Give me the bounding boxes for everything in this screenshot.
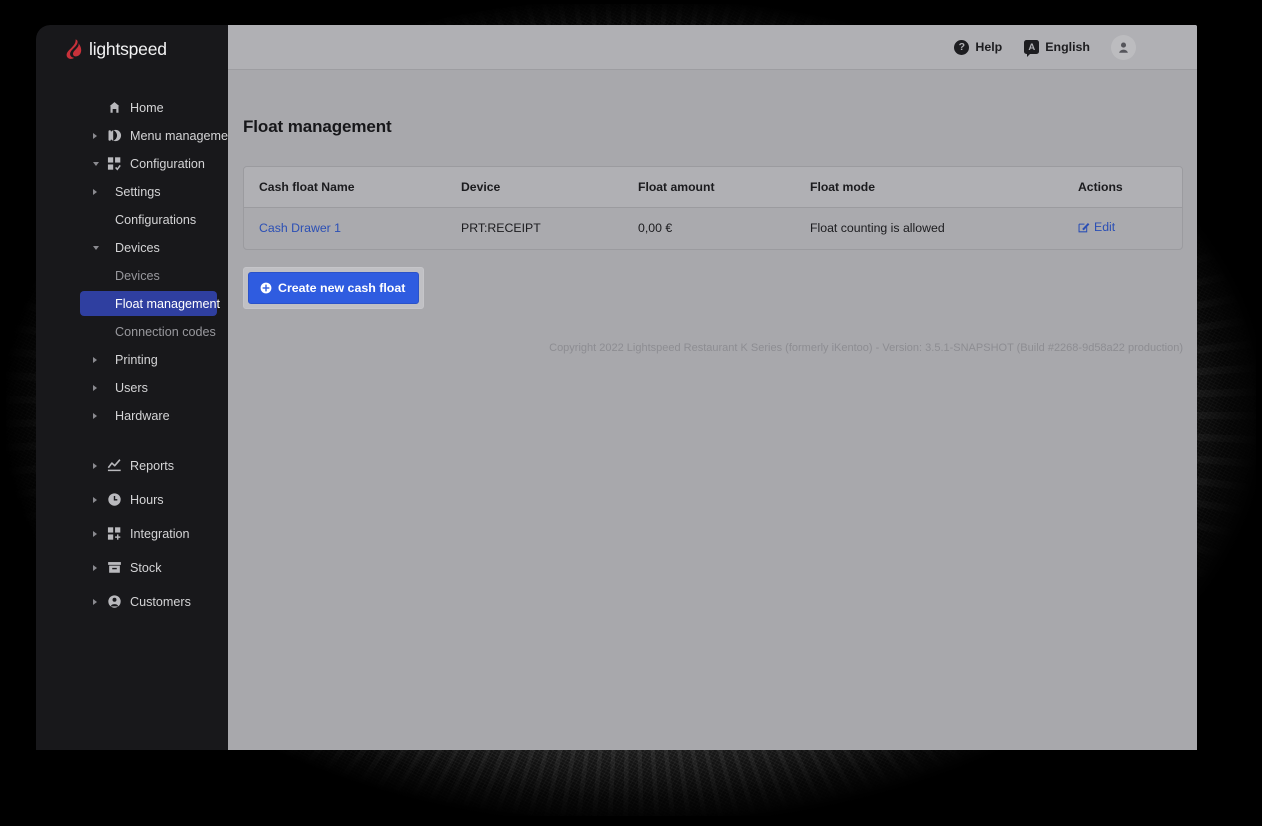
grid-check-icon [107, 156, 122, 171]
column-header-device: Device [461, 167, 638, 208]
sidebar-nav: Home Menu management Configuration Setti… [36, 95, 239, 614]
sidebar-item-label: Configurations [115, 212, 197, 227]
chevron-right-icon[interactable] [93, 188, 97, 195]
box-icon [107, 560, 122, 575]
table-header-row: Cash float Name Device Float amount Floa… [244, 167, 1182, 208]
sidebar-item-label: Home [130, 100, 164, 115]
chevron-down-icon[interactable] [93, 245, 99, 250]
sidebar-item-label: Users [115, 380, 148, 395]
column-header-actions: Actions [1078, 167, 1182, 208]
table-body: Cash Drawer 1 PRT:RECEIPT 0,00 € Float c… [244, 208, 1182, 250]
sidebar-item-connection-codes[interactable]: Connection codes [36, 319, 228, 344]
translate-bubble-icon: A [1024, 40, 1040, 57]
sidebar-item-devices[interactable]: Devices [36, 263, 228, 288]
sidebar-item-label: Configuration [130, 156, 205, 171]
screen: lightspeed Home Menu management Configur… [0, 0, 1262, 826]
sidebar: lightspeed Home Menu management Configur… [36, 25, 239, 750]
sidebar-item-float-management[interactable]: Float management [80, 291, 221, 316]
cell-float-mode: Float counting is allowed [810, 221, 945, 235]
cell-float-amount: 0,00 € [638, 221, 673, 235]
sidebar-item-configurations[interactable]: Configurations [36, 207, 228, 232]
sidebar-item-label: Customers [130, 594, 191, 609]
page-title: Float management [243, 117, 392, 136]
table-header: Cash float Name Device Float amount Floa… [244, 167, 1182, 208]
grid-plus-icon [107, 526, 122, 541]
float-table: Cash float Name Device Float amount Floa… [244, 167, 1182, 249]
content-area: Float management Cash float Name Device … [228, 70, 1197, 750]
sidebar-item-home[interactable]: Home [36, 95, 228, 120]
footer-copyright: Copyright 2022 Lightspeed Restaurant K S… [549, 342, 1183, 354]
sidebar-item-reports[interactable]: Reports [36, 453, 228, 478]
sidebar-item-label: Float management [115, 296, 221, 311]
cell-actions: Edit [1078, 208, 1182, 250]
cell-device: PRT:RECEIPT [461, 221, 541, 235]
column-header-cash-float-name: Cash float Name [244, 167, 461, 208]
brand-logo[interactable]: lightspeed [36, 25, 228, 73]
sidebar-item-hours[interactable]: Hours [36, 487, 228, 512]
brand-logo-text: lightspeed [89, 38, 167, 59]
chevron-right-icon[interactable] [93, 598, 97, 605]
sidebar-item-label: Reports [130, 458, 175, 473]
create-button-focus-ring: Create new cash float [243, 267, 425, 309]
create-new-cash-float-button[interactable]: Create new cash float [248, 272, 420, 304]
edit-label: Edit [1094, 220, 1116, 234]
main-area: ? Help A English Float management Cash f… [228, 25, 1197, 750]
table-row: Cash Drawer 1 PRT:RECEIPT 0,00 € Float c… [244, 208, 1182, 250]
sidebar-item-label: Integration [130, 526, 190, 541]
language-selector[interactable]: A English [1024, 40, 1090, 57]
cash-float-name-link[interactable]: Cash Drawer 1 [259, 221, 341, 235]
column-header-float-mode: Float mode [810, 167, 1078, 208]
chevron-right-icon[interactable] [93, 462, 97, 469]
app-window: lightspeed Home Menu management Configur… [36, 25, 1197, 750]
sidebar-item-devices-group[interactable]: Devices [36, 235, 228, 260]
sidebar-item-label: Menu management [130, 128, 239, 143]
chevron-down-icon[interactable] [93, 161, 99, 166]
flame-icon [66, 39, 82, 59]
sidebar-item-label: Devices [115, 240, 160, 255]
sidebar-item-label: Hours [130, 492, 164, 507]
help-label: Help [975, 40, 1003, 54]
help-button[interactable]: ? Help [954, 39, 1003, 55]
user-circle-icon [107, 594, 122, 609]
user-avatar-button[interactable] [1111, 34, 1136, 60]
chevron-right-icon[interactable] [93, 356, 97, 363]
edit-button[interactable]: Edit [1078, 220, 1115, 234]
clock-icon [107, 492, 122, 507]
sidebar-item-label: Connection codes [115, 324, 216, 339]
sidebar-item-hardware[interactable]: Hardware [36, 403, 228, 428]
chevron-right-icon[interactable] [93, 564, 97, 571]
float-table-card: Cash float Name Device Float amount Floa… [243, 166, 1183, 250]
sidebar-item-integration[interactable]: Integration [36, 521, 228, 546]
sidebar-item-label: Settings [115, 184, 161, 199]
chevron-right-icon[interactable] [93, 412, 97, 419]
create-button-label: Create new cash float [278, 281, 406, 295]
menu-pie-icon [107, 128, 122, 143]
sidebar-item-printing[interactable]: Printing [36, 347, 228, 372]
chart-line-icon [107, 458, 122, 473]
sidebar-item-configuration[interactable]: Configuration [36, 151, 228, 176]
question-circle-icon: ? [954, 39, 970, 55]
home-icon [107, 100, 122, 115]
language-label: English [1045, 40, 1090, 54]
sidebar-item-label: Hardware [115, 408, 170, 423]
sidebar-item-stock[interactable]: Stock [36, 555, 228, 580]
cell-cash-float-name: Cash Drawer 1 [244, 208, 461, 250]
pencil-square-icon [1078, 222, 1090, 233]
sidebar-item-customers[interactable]: Customers [36, 589, 228, 614]
sidebar-item-label: Devices [115, 268, 160, 283]
chevron-right-icon[interactable] [93, 132, 97, 139]
chevron-right-icon[interactable] [93, 496, 97, 503]
chevron-right-icon[interactable] [93, 384, 97, 391]
sidebar-item-users[interactable]: Users [36, 375, 228, 400]
plus-circle-icon [260, 282, 272, 294]
chevron-right-icon[interactable] [93, 530, 97, 537]
top-bar: ? Help A English [228, 25, 1197, 70]
sidebar-item-settings[interactable]: Settings [36, 179, 228, 204]
sidebar-item-label: Stock [130, 560, 162, 575]
sidebar-item-label: Printing [115, 352, 158, 367]
column-header-float-amount: Float amount [638, 167, 810, 208]
user-avatar-icon [1119, 42, 1128, 53]
sidebar-item-menu-management[interactable]: Menu management [36, 123, 239, 148]
